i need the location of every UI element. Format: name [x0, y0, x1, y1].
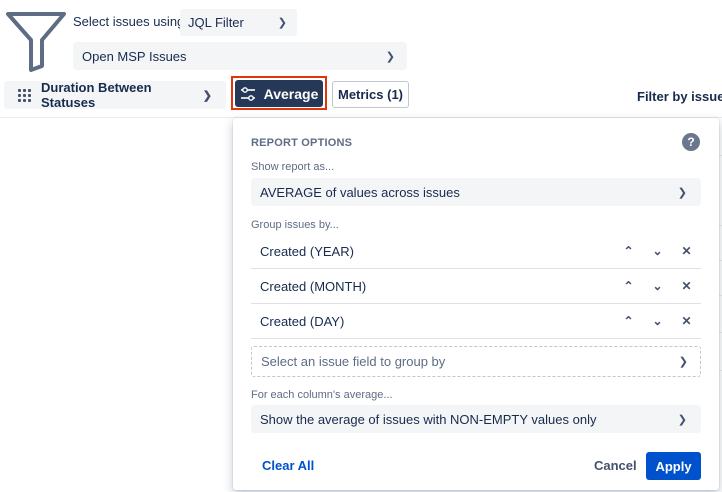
cancel-button[interactable]: Cancel — [594, 458, 637, 473]
group-row: Created (DAY) ⌃ ⌄ ✕ — [251, 304, 701, 339]
chevron-down-icon: ❯ — [385, 50, 395, 63]
chevron-down-icon: ❯ — [202, 89, 212, 102]
group-row: Created (MONTH) ⌃ ⌄ ✕ — [251, 269, 701, 304]
close-icon[interactable]: ✕ — [672, 279, 701, 293]
show-report-value: AVERAGE of values across issues — [260, 184, 460, 200]
chevron-down-icon: ❯ — [677, 413, 687, 426]
help-icon[interactable]: ? — [682, 133, 700, 151]
apply-button[interactable]: Apply — [646, 452, 701, 480]
sliders-icon — [240, 86, 255, 101]
filter-type-dropdown[interactable]: JQL Filter ❯ — [180, 9, 297, 36]
down-chevrons-icon[interactable]: ⌄ — [643, 314, 672, 328]
report-type-dropdown[interactable]: Duration Between Statuses ❯ — [4, 80, 226, 110]
chevron-down-icon: ❯ — [677, 186, 687, 199]
average-options-button[interactable]: Average — [235, 80, 323, 107]
metrics-button[interactable]: Metrics (1) — [332, 81, 409, 108]
group-row: Created (YEAR) ⌃ ⌄ ✕ — [251, 234, 701, 269]
select-issues-label: Select issues using — [73, 14, 185, 29]
filter-by-issue-label[interactable]: Filter by issue c — [637, 89, 722, 104]
group-label: Created (MONTH) — [260, 278, 367, 294]
up-chevrons-icon[interactable]: ⌃ — [614, 314, 643, 328]
down-chevrons-icon[interactable]: ⌄ — [643, 279, 672, 293]
saved-filter-value: Open MSP Issues — [82, 48, 187, 64]
each-column-label: For each column's average... — [251, 389, 393, 401]
each-column-value: Show the average of issues with NON-EMPT… — [260, 411, 597, 427]
chevron-down-icon: ❯ — [678, 356, 688, 368]
filter-funnel-icon — [6, 12, 66, 72]
filter-type-value: JQL Filter — [188, 15, 244, 30]
down-chevrons-icon[interactable]: ⌄ — [643, 244, 672, 258]
up-chevrons-icon[interactable]: ⌃ — [614, 244, 643, 258]
grid-icon — [18, 88, 31, 102]
close-icon[interactable]: ✕ — [672, 244, 701, 258]
close-icon[interactable]: ✕ — [672, 314, 701, 328]
clear-all-button[interactable]: Clear All — [262, 458, 314, 473]
report-options-title: REPORT OPTIONS — [251, 137, 353, 149]
each-column-dropdown[interactable]: Show the average of issues with NON-EMPT… — [251, 405, 701, 433]
group-field-placeholder: Select an issue field to group by — [261, 354, 446, 369]
up-chevrons-icon[interactable]: ⌃ — [614, 279, 643, 293]
saved-filter-dropdown[interactable]: Open MSP Issues ❯ — [73, 42, 407, 70]
average-button-label: Average — [263, 85, 319, 102]
chevron-down-icon: ❯ — [277, 17, 287, 29]
group-label: Created (YEAR) — [260, 243, 354, 259]
show-report-label: Show report as... — [251, 161, 335, 173]
group-field-select[interactable]: Select an issue field to group by ❯ — [251, 346, 701, 377]
group-label: Created (DAY) — [260, 313, 345, 329]
report-type-label: Duration Between Statuses — [41, 80, 152, 110]
report-options-panel: REPORT OPTIONS ? Show report as... AVERA… — [233, 118, 719, 490]
show-report-dropdown[interactable]: AVERAGE of values across issues ❯ — [251, 178, 701, 206]
group-issues-label: Group issues by... — [251, 219, 339, 231]
